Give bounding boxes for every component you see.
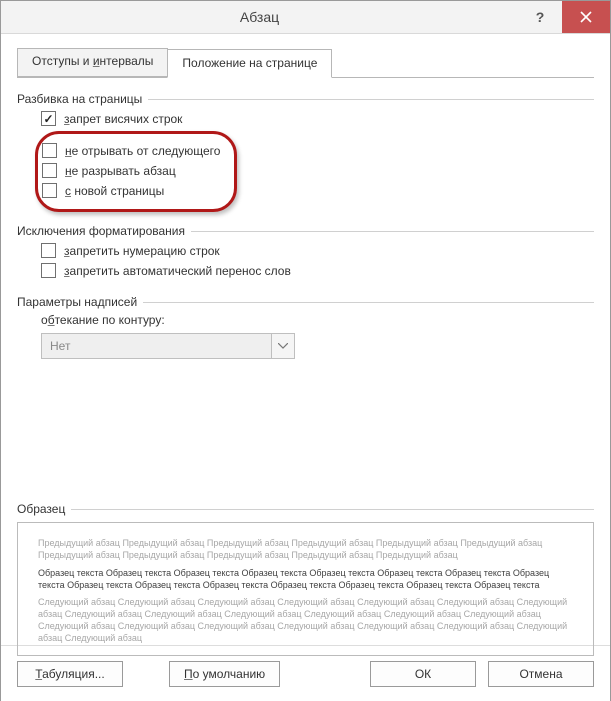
dialog-body: Отступы и интервалы Положение на страниц… [1, 34, 610, 645]
tabs-button[interactable]: Табуляция... [17, 661, 123, 687]
tab-page-position[interactable]: Положение на странице [167, 49, 332, 78]
group-title: Исключения форматирования [17, 224, 185, 238]
checkbox-label: запретить автоматический перенос слов [64, 264, 291, 278]
checkbox-label: не отрывать от следующего [65, 144, 220, 158]
checkbox-suppress-line-numbers[interactable]: запретить нумерацию строк [41, 243, 594, 258]
divider [191, 231, 594, 232]
group-textbox-options: Параметры надписей обтекание по контуру:… [17, 295, 594, 359]
preview-sample: Образец текста Образец текста Образец те… [38, 567, 573, 591]
close-icon [580, 11, 592, 23]
checkbox-icon [41, 263, 56, 278]
dialog-title: Абзац [1, 9, 518, 25]
tab-strip: Отступы и интервалы Положение на страниц… [17, 48, 594, 78]
divider [143, 302, 594, 303]
group-title: Разбивка на страницы [17, 92, 142, 106]
group-preview: Образец Предыдущий абзац Предыдущий абза… [17, 502, 594, 633]
help-button[interactable]: ? [518, 1, 562, 33]
tab-indents[interactable]: Отступы и интервалы [17, 48, 168, 77]
chevron-down-icon [271, 334, 294, 358]
checkbox-icon [42, 143, 57, 158]
group-title: Образец [17, 502, 65, 516]
annotation-highlight: не отрывать от следующего не разрывать а… [35, 131, 237, 212]
checkbox-page-break-before[interactable]: с новой страницы [42, 183, 220, 198]
group-formatting-exceptions: Исключения форматирования запретить нуме… [17, 224, 594, 283]
checkbox-icon [41, 111, 56, 126]
dropdown-value: Нет [42, 339, 271, 353]
cancel-button[interactable]: Отмена [488, 661, 594, 687]
divider [148, 99, 594, 100]
checkbox-icon [42, 163, 57, 178]
preview-box: Предыдущий абзац Предыдущий абзац Предыд… [17, 522, 594, 656]
preview-next: Следующий абзац Следующий абзац Следующи… [38, 596, 573, 645]
checkbox-no-hyphenation[interactable]: запретить автоматический перенос слов [41, 263, 594, 278]
titlebar: Абзац ? [1, 1, 610, 34]
checkbox-widow-control[interactable]: запрет висячих строк [41, 111, 594, 126]
wrap-dropdown[interactable]: Нет [41, 333, 295, 359]
group-pagination: Разбивка на страницы запрет висячих стро… [17, 92, 594, 212]
checkbox-label: запрет висячих строк [64, 112, 182, 126]
divider [71, 509, 594, 510]
wrap-label: обтекание по контуру: [41, 313, 594, 327]
set-default-button[interactable]: По умолчанию [169, 661, 280, 687]
group-title: Параметры надписей [17, 295, 137, 309]
checkbox-label: запретить нумерацию строк [64, 244, 220, 258]
close-button[interactable] [562, 1, 610, 33]
checkbox-keep-lines-together[interactable]: не разрывать абзац [42, 163, 220, 178]
checkbox-label: с новой страницы [65, 184, 164, 198]
ok-button[interactable]: ОК [370, 661, 476, 687]
checkbox-keep-with-next[interactable]: не отрывать от следующего [42, 143, 220, 158]
checkbox-icon [41, 243, 56, 258]
preview-previous: Предыдущий абзац Предыдущий абзац Предыд… [38, 537, 573, 561]
checkbox-icon [42, 183, 57, 198]
checkbox-label: не разрывать абзац [65, 164, 176, 178]
